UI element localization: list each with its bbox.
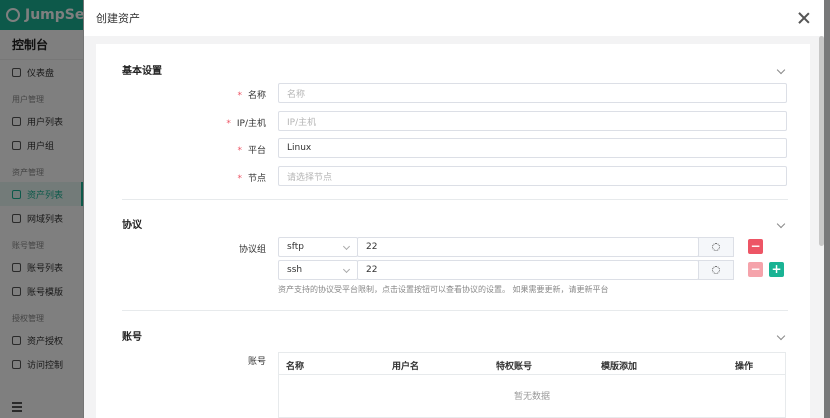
platform-input[interactable]: Linux (278, 138, 787, 158)
empty-text: 暂无数据 (513, 392, 550, 402)
section-account-title: 账号 (122, 332, 142, 343)
column-privileged: 特权账号 (496, 362, 533, 372)
divider (122, 310, 788, 311)
add-protocol-button[interactable]: + (769, 262, 784, 277)
scrollbar[interactable] (818, 36, 824, 418)
chevron-down-icon[interactable] (776, 219, 786, 228)
protocol-select[interactable]: ssh (278, 260, 358, 280)
name-label: * 名称 (237, 91, 266, 101)
remove-protocol-button[interactable]: − (748, 239, 763, 254)
column-username: 用户名 (392, 362, 420, 372)
node-label: * 节点 (237, 174, 266, 184)
ip-input[interactable]: IP/主机 (278, 111, 787, 131)
section-basic-title: 基本设置 (122, 66, 162, 77)
account-label: 账号 (247, 357, 266, 367)
protocol-settings-button[interactable] (698, 237, 734, 257)
drawer-header: 创建资产 (84, 0, 824, 36)
asset-form: 基本设置 * 名称 名称 * IP/主机 IP/主机 * 平台 Linux * 节点 请… (96, 44, 810, 418)
section-protocol[interactable]: 协议 (122, 216, 788, 231)
port-input[interactable]: 22 (357, 237, 699, 257)
protocol-settings-button[interactable] (698, 260, 734, 280)
gear-icon (712, 266, 720, 274)
section-basic[interactable]: 基本设置 (122, 62, 788, 77)
divider (122, 199, 788, 200)
drawer-title: 创建资产 (96, 12, 140, 25)
column-actions: 操作 (735, 362, 754, 372)
section-account[interactable]: 账号 (122, 328, 788, 343)
account-table: 名称 用户名 特权账号 模版添加 操作 暂无数据 (278, 352, 786, 418)
chevron-down-icon[interactable] (776, 331, 786, 340)
column-template: 模版添加 (601, 362, 638, 372)
protocol-select[interactable]: sftp (278, 237, 358, 257)
remove-protocol-button[interactable]: − (748, 262, 763, 277)
chevron-down-icon (342, 265, 351, 274)
platform-label: * 平台 (237, 146, 266, 156)
scrollbar-thumb[interactable] (819, 36, 824, 246)
gear-icon (712, 243, 720, 251)
protocol-group-label: 协议组 (238, 245, 266, 255)
ip-label: * IP/主机 (226, 119, 266, 129)
chevron-down-icon (342, 242, 351, 251)
protocol-hint: 资产支持的协议受平台限制，点击设置按钮可以查看协议的设置。 如果需要更新，请更新… (278, 285, 609, 294)
name-input[interactable]: 名称 (278, 83, 787, 103)
section-protocol-title: 协议 (122, 220, 142, 231)
table-header: 名称 用户名 特权账号 模版添加 操作 (279, 353, 785, 375)
node-select[interactable]: 请选择节点 (278, 166, 787, 186)
close-icon[interactable] (796, 10, 812, 26)
create-asset-drawer: 创建资产 基本设置 * 名称 名称 * IP/主机 IP/主机 * 平台 Linux … (84, 0, 824, 418)
chevron-down-icon[interactable] (776, 65, 786, 74)
column-name: 名称 (286, 362, 305, 372)
port-input[interactable]: 22 (357, 260, 699, 280)
